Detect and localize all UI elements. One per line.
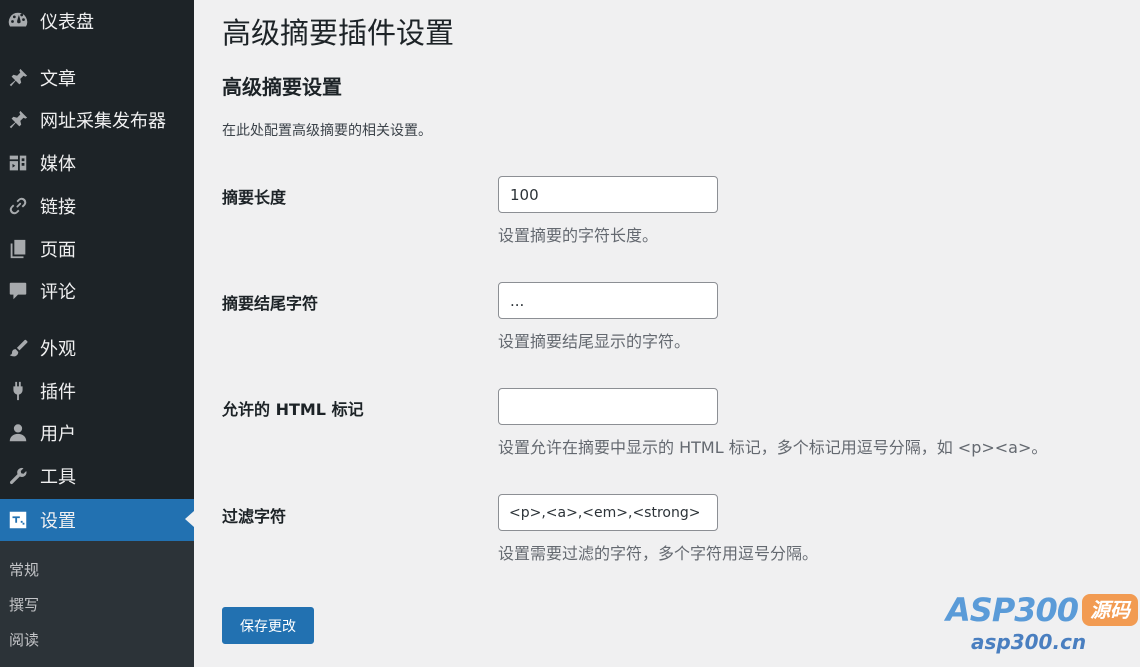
excerpt-more-help: 设置摘要结尾显示的字符。: [498, 332, 691, 351]
sidebar-item-label: 网址采集发布器: [40, 111, 166, 132]
excerpt-more-input[interactable]: [498, 282, 718, 319]
allowed-html-label: 允许的 HTML 标记: [222, 400, 364, 419]
pin-icon: [6, 66, 30, 90]
page-title: 高级摘要插件设置: [222, 16, 455, 50]
sidebar-item-appearance[interactable]: 外观: [0, 328, 194, 368]
sidebar-item-label: 设置: [40, 511, 76, 532]
admin-sidebar: 仪表盘 文章 网址采集发布器 媒体 链接 页面 评论 外观 插件 用户 工具 设…: [0, 0, 194, 667]
sidebar-item-label: 外观: [40, 339, 76, 360]
sidebar-item-pages[interactable]: 页面: [0, 229, 194, 269]
sidebar-item-url-collector[interactable]: 网址采集发布器: [0, 100, 194, 140]
sidebar-item-label: 插件: [40, 382, 76, 403]
sidebar-item-label: 文章: [40, 69, 76, 90]
link-icon: [6, 194, 30, 218]
plugin-icon: [6, 379, 30, 403]
settings-page: 高级摘要插件设置 高级摘要设置 在此处配置高级摘要的相关设置。 摘要长度 设置摘…: [222, 0, 1140, 667]
section-title: 高级摘要设置: [222, 75, 342, 99]
excerpt-length-input[interactable]: [498, 176, 718, 213]
sidebar-item-settings[interactable]: 设置: [0, 499, 194, 541]
page-icon: [6, 237, 30, 261]
submenu-item-reading[interactable]: 阅读: [9, 629, 39, 650]
sidebar-item-label: 链接: [40, 197, 76, 218]
watermark-brand: ASP300 源码: [946, 590, 1139, 630]
save-changes-button[interactable]: 保存更改: [222, 607, 314, 644]
allowed-html-help: 设置允许在摘要中显示的 HTML 标记，多个标记用逗号分隔，如 <p><a>。: [498, 438, 1048, 457]
sidebar-item-label: 页面: [40, 240, 76, 261]
user-icon: [6, 421, 30, 445]
submenu-item-writing[interactable]: 撰写: [9, 594, 39, 615]
sidebar-item-posts[interactable]: 文章: [0, 58, 194, 98]
sidebar-item-plugins[interactable]: 插件: [0, 371, 194, 411]
settings-icon: [6, 508, 30, 532]
sidebar-item-label: 工具: [40, 467, 76, 488]
sidebar-item-label: 用户: [40, 424, 76, 445]
dashboard-icon: [6, 9, 30, 33]
sidebar-item-comments[interactable]: 评论: [0, 271, 194, 311]
sidebar-item-users[interactable]: 用户: [0, 413, 194, 453]
comment-icon: [6, 279, 30, 303]
pin-icon: [6, 108, 30, 132]
settings-submenu: 常规 撰写 阅读: [0, 541, 194, 667]
filter-chars-input[interactable]: [498, 494, 718, 531]
sidebar-item-tools[interactable]: 工具: [0, 456, 194, 496]
excerpt-length-help: 设置摘要的字符长度。: [498, 226, 659, 245]
filter-chars-label: 过滤字符: [222, 507, 287, 526]
sidebar-item-dashboard[interactable]: 仪表盘: [0, 1, 194, 41]
excerpt-length-label: 摘要长度: [222, 188, 287, 207]
brush-icon: [6, 336, 30, 360]
filter-chars-help: 设置需要过滤的字符，多个字符用逗号分隔。: [498, 544, 819, 563]
submenu-item-general[interactable]: 常规: [9, 559, 39, 580]
sidebar-item-links[interactable]: 链接: [0, 186, 194, 226]
watermark-url: asp300.cn: [971, 630, 1087, 654]
sidebar-item-label: 媒体: [40, 154, 76, 175]
excerpt-more-label: 摘要结尾字符: [222, 294, 319, 313]
allowed-html-input[interactable]: [498, 388, 718, 425]
section-description: 在此处配置高级摘要的相关设置。: [222, 123, 432, 139]
sidebar-item-media[interactable]: 媒体: [0, 143, 194, 183]
sidebar-item-label: 评论: [40, 282, 76, 303]
watermark-logo: ASP300 源码 asp300.cn: [946, 590, 1140, 667]
wrench-icon: [6, 464, 30, 488]
watermark-badge: 源码: [1082, 594, 1139, 626]
sidebar-item-label: 仪表盘: [40, 12, 94, 33]
media-icon: [6, 151, 30, 175]
watermark-brand-text: ASP300: [946, 591, 1079, 629]
